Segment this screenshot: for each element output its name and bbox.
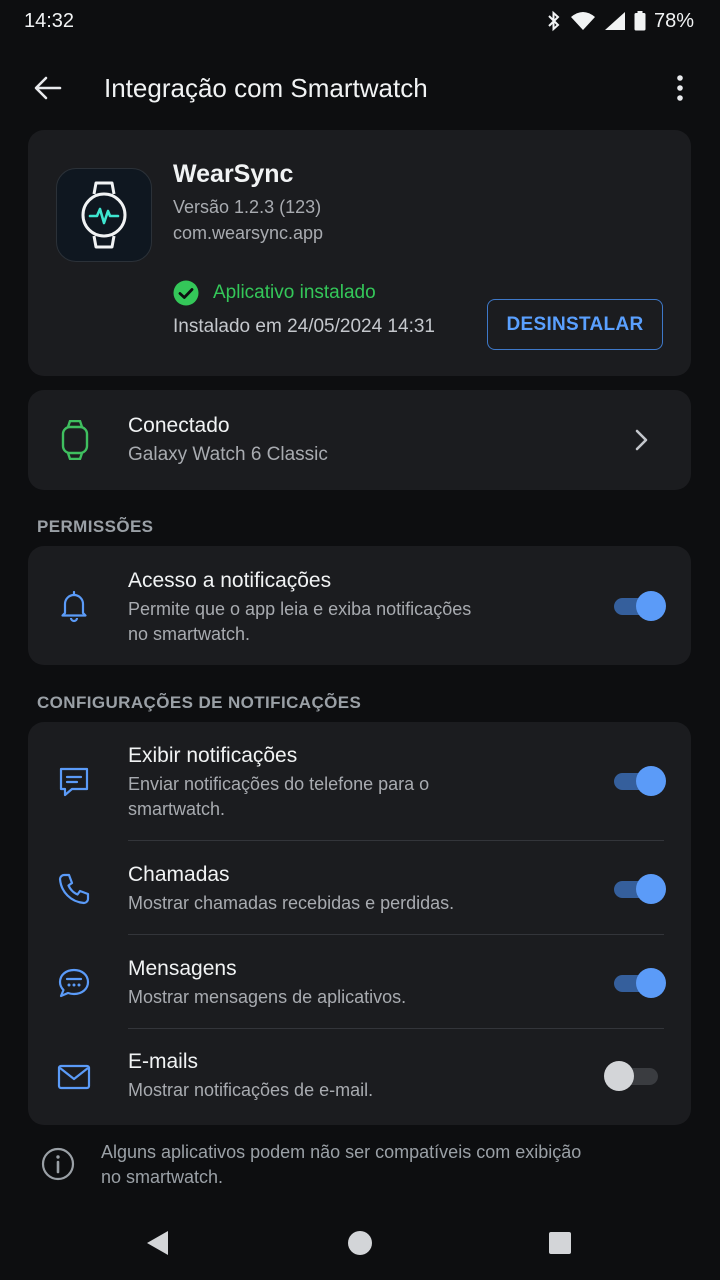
battery-percent: 78% [653, 9, 694, 32]
permission-title: Acesso a notificações [128, 569, 332, 592]
install-date: Instalado em 24/05/2024 14:31 [173, 316, 435, 337]
circle-home-icon [348, 1231, 372, 1255]
phone-icon [58, 873, 90, 905]
setting-title: Chamadas [128, 863, 230, 886]
chat-bubble-icon [58, 968, 90, 998]
watch-icon [61, 420, 89, 460]
app-version: Versão 1.2.3 (123) [173, 197, 322, 217]
device-status: Conectado [128, 414, 230, 437]
setting-row-emails[interactable]: E-mails Mostrar notificações de e-mail. [28, 1029, 691, 1125]
arrow-left-icon [34, 76, 62, 100]
permission-description-line2: no smartwatch. [128, 624, 251, 644]
system-nav-bar [0, 1206, 720, 1280]
nav-home-button[interactable] [345, 1228, 375, 1258]
mail-icon [57, 1064, 91, 1090]
messages-toggle[interactable] [610, 967, 666, 999]
uninstall-button[interactable]: DESINSTALAR [487, 299, 663, 350]
more-options-button[interactable] [664, 70, 696, 106]
chevron-right-icon [635, 429, 648, 451]
install-status-label: Aplicativo instalado [213, 282, 376, 303]
compatibility-note-line1: Alguns aplicativos podem não ser compatí… [101, 1142, 582, 1162]
bluetooth-icon [548, 10, 560, 32]
app-icon [56, 168, 152, 262]
status-bar: 14:32 78% [0, 0, 720, 42]
status-icons: 78% [546, 10, 694, 33]
emails-toggle[interactable] [604, 1060, 668, 1092]
notification-access-toggle[interactable] [610, 590, 666, 622]
calls-toggle[interactable] [610, 873, 666, 905]
more-vert-icon [677, 75, 683, 101]
install-status: Aplicativo instalado [173, 280, 376, 306]
notification-settings-card: Exibir notificações Enviar notificações … [28, 722, 691, 1125]
check-circle-icon [173, 280, 199, 306]
page-title: Integração com Smartwatch [104, 73, 428, 103]
setting-description-line1: Enviar notificações do telefone para o [128, 774, 430, 794]
setting-description-line2: smartwatch. [128, 799, 226, 819]
connected-device-card[interactable]: Conectado Galaxy Watch 6 Classic [28, 390, 691, 490]
setting-row-messages[interactable]: Mensagens Mostrar mensagens de aplicativ… [28, 935, 691, 1028]
status-time: 14:32 [24, 9, 75, 32]
battery-icon [634, 11, 646, 31]
wifi-icon [570, 12, 595, 30]
smartwatch-heartbeat-icon [81, 181, 127, 249]
permission-description: Permite que o app leia e exiba notificaç… [128, 597, 508, 647]
show-notifications-toggle[interactable] [610, 765, 666, 797]
square-recents-icon [549, 1232, 571, 1254]
nav-recents-button[interactable] [545, 1228, 575, 1258]
compatibility-note-text: Alguns aplicativos podem não ser compatí… [101, 1140, 641, 1190]
app-package: com.wearsync.app [173, 223, 324, 243]
setting-description: Mostrar chamadas recebidas e perdidas. [128, 893, 455, 913]
device-name: Galaxy Watch 6 Classic [128, 444, 328, 465]
back-button[interactable] [30, 70, 66, 106]
setting-description: Enviar notificações do telefone para o s… [128, 772, 508, 822]
app-info-card: WearSync Versão 1.2.3 (123) com.wearsync… [28, 130, 691, 376]
permission-description-line1: Permite que o app leia e exiba notificaç… [128, 599, 472, 619]
setting-row-calls[interactable]: Chamadas Mostrar chamadas recebidas e pe… [28, 841, 691, 934]
setting-title: Exibir notificações [128, 744, 298, 767]
setting-title: E-mails [128, 1050, 199, 1073]
setting-description: Mostrar notificações de e-mail. [128, 1080, 374, 1100]
bell-icon [61, 590, 87, 623]
app-bar: Integração com Smartwatch [0, 56, 720, 120]
section-header-notification-settings: CONFIGURAÇÕES DE NOTIFICAÇÕES [37, 693, 362, 712]
app-name: WearSync [173, 160, 294, 188]
section-header-permissions: PERMISSÕES [37, 517, 154, 536]
permission-row-notifications[interactable]: Acesso a notificações Permite que o app … [28, 546, 691, 665]
triangle-back-icon [147, 1231, 168, 1255]
signal-icon [604, 12, 625, 30]
setting-description: Mostrar mensagens de aplicativos. [128, 987, 407, 1007]
info-icon [41, 1147, 75, 1181]
setting-row-show-notifications[interactable]: Exibir notificações Enviar notificações … [28, 722, 691, 840]
message-square-icon [59, 767, 89, 797]
permissions-card: Acesso a notificações Permite que o app … [28, 546, 691, 665]
compatibility-note-line2: no smartwatch. [101, 1167, 224, 1187]
nav-back-button[interactable] [142, 1228, 172, 1258]
setting-title: Mensagens [128, 957, 237, 980]
